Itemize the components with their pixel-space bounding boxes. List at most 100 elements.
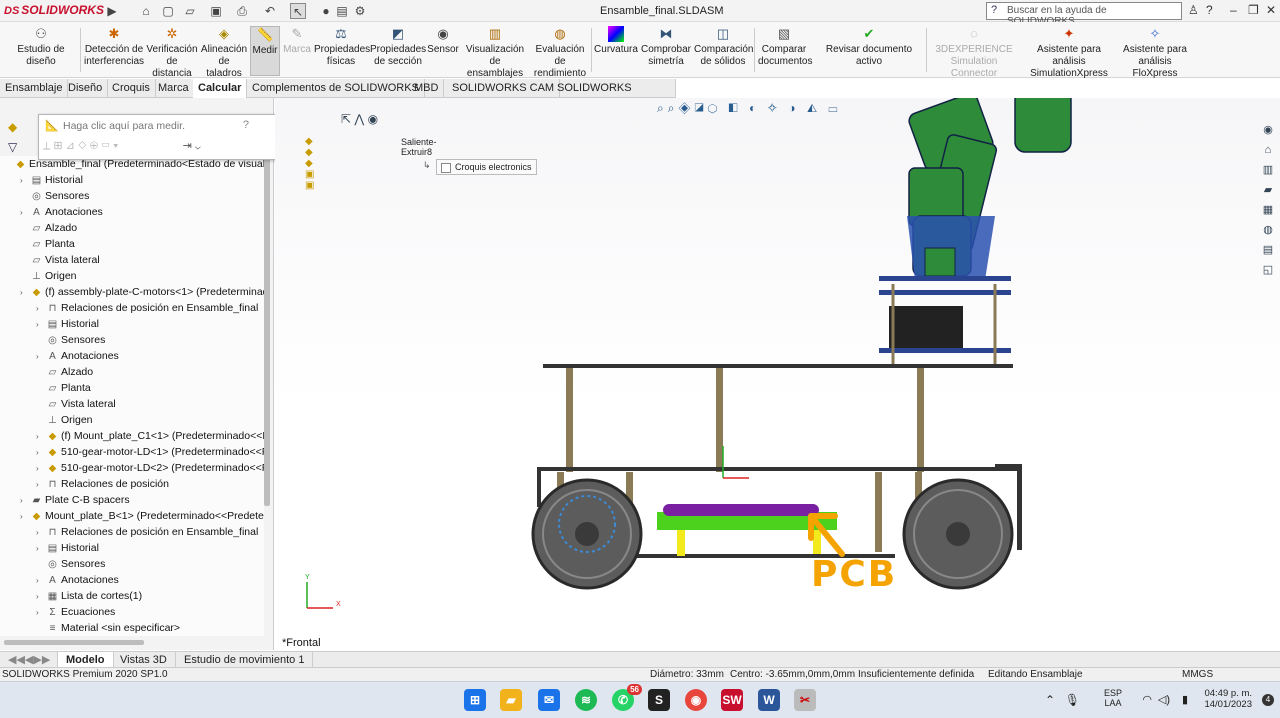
rebuild-icon[interactable]: ●: [318, 3, 334, 19]
tab-complementos[interactable]: Complementos de SOLIDWORKS: [247, 79, 425, 98]
file-explorer-icon[interactable]: ▰: [1260, 182, 1276, 198]
tree-node[interactable]: › A Anotaciones: [36, 572, 119, 588]
tree-node[interactable]: › ▰ Plate C-B spacers: [20, 492, 130, 508]
home-icon[interactable]: ⌂: [1260, 142, 1276, 158]
tree-node[interactable]: › ◆ Mount_plate_B<1> (Predeterminado<<Pred…: [20, 508, 264, 524]
tree-node[interactable]: › A Anotaciones: [20, 204, 103, 220]
expand-arrow-icon[interactable]: ›: [36, 541, 46, 557]
expand-arrow-icon[interactable]: ›: [20, 173, 30, 189]
expand-arrow-icon[interactable]: ›: [36, 301, 46, 317]
user-icon[interactable]: ♙: [1188, 3, 1199, 17]
curvature-button[interactable]: Curvatura: [594, 26, 638, 56]
select-icon[interactable]: ↖: [290, 3, 306, 19]
tree-node[interactable]: ⊥ Origen: [36, 412, 92, 428]
expand-icon[interactable]: ⌄: [195, 140, 201, 152]
expand-arrow-icon[interactable]: ›: [36, 461, 46, 477]
microphone-icon[interactable]: 🎙: [1065, 693, 1080, 707]
minimize-icon[interactable]: –: [1230, 3, 1237, 17]
chrome-icon[interactable]: ◉: [685, 689, 707, 711]
tree-node[interactable]: › ⊓ Relaciones de posición en Ensamble_fin…: [36, 300, 258, 316]
start-icon[interactable]: ⊞: [464, 689, 486, 711]
tree-node[interactable]: ≡ Material <sin especificar>: [36, 620, 180, 636]
tree-node[interactable]: › ◆ 510-gear-motor-LD<2> (Predeterminado<<…: [36, 460, 264, 476]
custom-props-icon[interactable]: ▤: [1260, 242, 1276, 258]
print-icon[interactable]: ⎙: [234, 3, 250, 19]
tree-node[interactable]: ▱ Planta: [20, 236, 75, 252]
mass-props-button[interactable]: ⚖ Propiedades físicas: [314, 26, 370, 68]
tree-node[interactable]: › Σ Ecuaciones: [36, 604, 115, 620]
expand-arrow-icon[interactable]: ›: [36, 317, 46, 333]
design-library-icon[interactable]: ▥: [1260, 162, 1276, 178]
save-icon[interactable]: ▣: [208, 3, 224, 19]
expand-arrow-icon[interactable]: ›: [20, 509, 30, 525]
tree-node[interactable]: ▱ Planta: [36, 380, 91, 396]
status-units[interactable]: MMGS: [1182, 668, 1213, 682]
right-wheel[interactable]: [902, 478, 1014, 590]
sensor-button[interactable]: ◉ Sensor: [427, 26, 459, 56]
tab-marca[interactable]: Marca: [153, 79, 195, 98]
tree-node[interactable]: ◎ Sensores: [36, 332, 105, 348]
whatsapp-icon[interactable]: ✆ 56: [612, 684, 642, 711]
expand-arrow-icon[interactable]: ›: [36, 525, 46, 541]
mail-icon[interactable]: ✉: [538, 689, 560, 711]
tree-node[interactable]: › ▦ Lista de cortes(1): [36, 588, 142, 604]
simxpress-button[interactable]: ✦ Asistente para análisis SimulationXpres…: [1022, 26, 1116, 80]
tree-node[interactable]: ◎ Sensores: [20, 188, 89, 204]
interference-button[interactable]: ✱ Detección de interferencias: [84, 26, 144, 68]
forum-icon[interactable]: ◱: [1260, 262, 1276, 278]
tree-horizontal-scrollbar[interactable]: [4, 640, 144, 645]
tree-vertical-scrollbar[interactable]: [264, 156, 270, 506]
floxpress-button[interactable]: ✧ Asistente para análisis FloXpress: [1118, 26, 1192, 80]
help-search-input[interactable]: ?Buscar en la ayuda de SOLIDWORKS: [986, 2, 1182, 27]
3dx-button[interactable]: ◌ 3DEXPERIENCE Simulation Connector: [928, 26, 1020, 80]
tree-node[interactable]: ⊥ Origen: [20, 268, 76, 284]
tab-vistas-3d[interactable]: Vistas 3D: [112, 652, 176, 668]
tree-node[interactable]: ◎ Sensores: [36, 556, 105, 572]
language-indicator[interactable]: ESP LAA: [1104, 688, 1122, 708]
home-icon[interactable]: ⌂: [138, 3, 154, 19]
menu-arrow-icon[interactable]: ▶: [104, 3, 120, 19]
help-icon[interactable]: ?: [1206, 3, 1213, 17]
expand-arrow-icon[interactable]: ›: [36, 445, 46, 461]
expand-arrow-icon[interactable]: ›: [36, 605, 46, 621]
pin-icon[interactable]: ⇥: [183, 140, 192, 152]
compare-solids-button[interactable]: ◫ Comparación de sólidos: [694, 26, 753, 68]
snip-icon[interactable]: ✂: [794, 689, 816, 711]
graphics-viewport[interactable]: ⌕⌕◈◪⬡ ◧ ◐ ✧ ◑ ◭ ▭ ▭ ▭ ▭ ✕ ⇱ ⋀ ◉ ◆ ◆ ◆ ▣ …: [275, 98, 1280, 651]
resources-icon[interactable]: ◉: [1260, 122, 1276, 138]
tree-node[interactable]: › ⊓ Relaciones de posición: [36, 476, 169, 492]
expand-arrow-icon[interactable]: ›: [36, 573, 46, 589]
expand-arrow-icon[interactable]: ›: [20, 493, 30, 509]
tree-node[interactable]: › ⊓ Relaciones de posición en Ensamble_fin…: [36, 524, 258, 540]
tree-node[interactable]: ▱ Vista lateral: [20, 252, 100, 268]
tree-node[interactable]: ▱ Alzado: [20, 220, 77, 236]
expand-arrow-icon[interactable]: ›: [20, 285, 30, 301]
file-explorer-icon[interactable]: ▰: [500, 689, 522, 711]
tree-node[interactable]: ▱ Alzado: [36, 364, 93, 380]
tray-chevron-icon[interactable]: ⌃: [1045, 693, 1055, 707]
markup-button[interactable]: ✎ Marca: [283, 26, 311, 56]
measure-button[interactable]: 📏 Medir: [250, 26, 280, 76]
tab-ensamblaje[interactable]: Ensamblaje: [0, 79, 69, 98]
left-wheel[interactable]: [531, 478, 643, 590]
tab-modelo[interactable]: Modelo: [58, 652, 114, 668]
hole-align-button[interactable]: ◈ Alineación de taladros: [200, 26, 248, 80]
tree-node[interactable]: › ▤ Historial: [36, 316, 99, 332]
tab-croquis[interactable]: Croquis: [107, 79, 156, 98]
tree-node[interactable]: ▱ Vista lateral: [36, 396, 116, 412]
restore-icon[interactable]: ❐: [1248, 3, 1259, 17]
tree-node[interactable]: › A Anotaciones: [36, 348, 119, 364]
expand-arrow-icon[interactable]: ›: [20, 205, 30, 221]
symmetry-button[interactable]: ⧓ Comprobar simetría: [640, 26, 692, 68]
tab-calcular[interactable]: Calcular: [193, 79, 248, 98]
word-icon[interactable]: W: [758, 689, 780, 711]
tab-solidworks-inspection[interactable]: SOLIDWORKS Inspection: [552, 79, 676, 113]
measure-prompt[interactable]: Haga clic aquí para medir.: [63, 120, 185, 132]
expand-arrow-icon[interactable]: ›: [36, 589, 46, 605]
check-doc-button[interactable]: ✔ Revisar documento activo: [814, 26, 924, 68]
volume-icon[interactable]: ◁): [1158, 693, 1170, 706]
top-deck[interactable]: [543, 364, 1013, 368]
file-props-icon[interactable]: ▤: [334, 3, 350, 19]
close-icon[interactable]: ✕: [1266, 3, 1276, 17]
tab-estudio-movimiento[interactable]: Estudio de movimiento 1: [176, 652, 314, 668]
